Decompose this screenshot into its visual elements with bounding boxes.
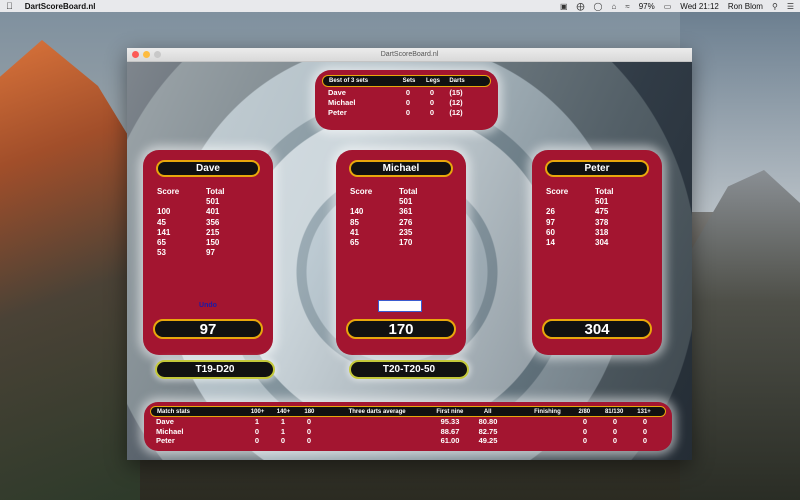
player-panel-peter: Peter Score Total 501 26 475 97 378 60 318 1…: [532, 150, 662, 355]
battery-icon[interactable]: ▭: [664, 2, 672, 11]
h180-header: 180: [304, 408, 315, 415]
battery-percent: 97%: [638, 1, 655, 11]
remaining-score: 304: [542, 319, 652, 339]
score-row: 100 401: [157, 207, 220, 217]
remaining-score: 97: [153, 319, 263, 339]
score-row: 65 170: [350, 237, 413, 247]
total-header: Total: [595, 187, 614, 196]
h140-header: 140+: [276, 408, 291, 415]
three-darts-average-header: Three darts average: [348, 408, 406, 415]
checkout-suggestion-michael: T20-T20-50: [349, 360, 469, 379]
all-header: All: [483, 408, 492, 415]
summary-row: Dave 0 0 (15): [328, 87, 463, 97]
score-table: Score Total 501 100 401 45 356 141 215 65 150…: [153, 187, 263, 258]
apple-menu-icon[interactable]: : [6, 1, 13, 11]
dartboard-background: Best of 3 sets Sets Legs Darts Dave 0 0 …: [127, 62, 692, 460]
first-nine-header: First nine: [436, 408, 464, 415]
player-panel-dave: Dave Score Total 501 100 401 45 356 141 215 …: [143, 150, 273, 355]
score-header: Score: [546, 187, 569, 196]
h100-header: 100+: [250, 408, 265, 415]
score-row: 26 475: [546, 207, 609, 217]
score-row: 140 361: [350, 207, 413, 217]
score-row: 501: [399, 197, 413, 207]
desktop-mountain-right: [680, 170, 800, 500]
player-name: Dave: [156, 160, 260, 177]
sets-header: Sets: [402, 78, 416, 84]
stats-row: Dave 1 1 0 95.33 80.80 0 0 0: [156, 417, 648, 427]
wifi-icon[interactable]: ≈: [625, 2, 629, 11]
window-controls: [132, 51, 161, 58]
checkout-suggestion-dave: T19-D20: [155, 360, 275, 379]
player-name: Peter: [545, 160, 649, 177]
menubar:  DartScoreBoard.nl ▣ ⨁ ◯ ⌂ ≈ 97% ▭ Wed …: [0, 0, 800, 12]
score-header: Score: [157, 187, 180, 196]
window-titlebar[interactable]: DartScoreBoard.nl: [127, 48, 692, 62]
score-row: 97 378: [546, 217, 609, 227]
maximize-window-icon[interactable]: [154, 51, 161, 58]
user-name[interactable]: Ron Blom: [728, 2, 763, 11]
score-row: 141 215: [157, 227, 220, 237]
player-name: Michael: [349, 160, 453, 177]
score-row: 85 276: [350, 217, 413, 227]
score-entry-input[interactable]: [378, 300, 422, 312]
f131-header: 131+: [637, 408, 651, 415]
remaining-score: 170: [346, 319, 456, 339]
score-row: 60 318: [546, 227, 609, 237]
home-icon[interactable]: ⌂: [611, 2, 616, 11]
undo-button[interactable]: Undo: [143, 302, 273, 309]
summary-row: Peter 0 0 (12): [328, 107, 463, 117]
f81-header: 81/130: [604, 408, 624, 415]
stats-title: Match stats: [157, 408, 191, 415]
app-window: DartScoreBoard.nl Best of 3 sets Sets Le…: [127, 48, 692, 460]
stats-row: Michael 0 1 0 88.67 82.75 0 0 0: [156, 426, 648, 436]
desktop-mountain-left: [0, 40, 140, 500]
stats-row: Peter 0 0 0 61.00 49.25 0 0 0: [156, 436, 648, 446]
summary-header: Best of 3 sets Sets Legs Darts: [322, 75, 491, 87]
stats-header: Match stats 100+ 140+ 180 Three darts av…: [150, 406, 666, 417]
score-table: Score Total 501 140 361 85 276 41 235 65 170: [346, 187, 456, 248]
best-of-label: Best of 3 sets: [329, 78, 369, 84]
display-icon[interactable]: ▣: [560, 2, 568, 11]
circle-icon[interactable]: ◯: [594, 2, 603, 11]
legs-header: Legs: [425, 78, 440, 84]
score-row: 14 304: [546, 237, 609, 247]
search-icon[interactable]: ⚲: [772, 2, 778, 11]
minimize-window-icon[interactable]: [143, 51, 150, 58]
score-row: 53 97: [157, 248, 215, 258]
score-row: 65 150: [157, 237, 220, 247]
score-row: 501: [206, 197, 220, 207]
score-row: 501: [595, 197, 609, 207]
total-header: Total: [206, 187, 225, 196]
window-title: DartScoreBoard.nl: [380, 51, 439, 58]
close-window-icon[interactable]: [132, 51, 139, 58]
menu-list-icon[interactable]: ☰: [787, 2, 794, 11]
target-icon[interactable]: ⨁: [577, 2, 585, 11]
total-header: Total: [399, 187, 418, 196]
darts-header: Darts: [449, 78, 465, 84]
finishing-header: Finishing: [534, 408, 561, 415]
player-panel-michael: Michael Score Total 501 140 361 85 276 41 23…: [336, 150, 466, 355]
clock[interactable]: Wed 21:12: [680, 2, 719, 11]
f280-header: 2/80: [578, 408, 591, 415]
summary-row: Michael 0 0 (12): [328, 97, 463, 107]
score-row: 45 356: [157, 217, 220, 227]
match-summary-panel: Best of 3 sets Sets Legs Darts Dave 0 0 …: [315, 70, 498, 130]
score-header: Score: [350, 187, 373, 196]
app-menu[interactable]: DartScoreBoard.nl: [25, 2, 96, 11]
score-row: 41 235: [350, 227, 413, 237]
match-stats-panel: Match stats 100+ 140+ 180 Three darts av…: [144, 402, 672, 451]
menubar-status-area: ▣ ⨁ ◯ ⌂ ≈ 97% ▭ Wed 21:12 Ron Blom ⚲ ☰: [560, 2, 794, 11]
score-table: Score Total 501 26 475 97 378 60 318 14 304: [542, 187, 652, 248]
